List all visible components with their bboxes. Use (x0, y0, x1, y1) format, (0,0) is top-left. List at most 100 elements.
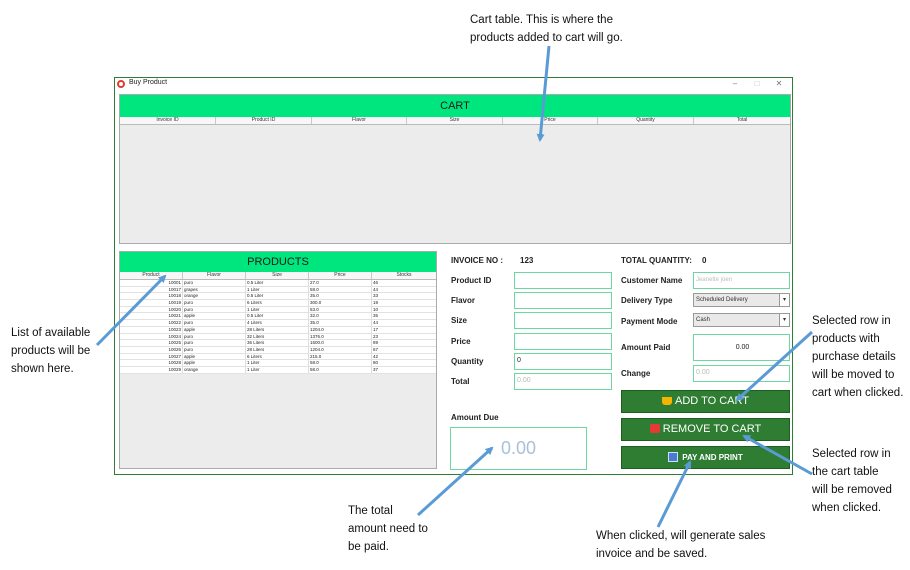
table-cell: 10029 (120, 366, 183, 373)
table-cell: puro (183, 300, 246, 306)
cart-table-body[interactable] (120, 126, 790, 243)
table-cell: 1 Liter (246, 286, 309, 293)
products-title: PRODUCTS (120, 252, 436, 272)
invoice-no-label: INVOICE NO : (451, 256, 504, 265)
table-cell: 19 (373, 300, 379, 306)
change-input[interactable]: 0.00 (693, 365, 790, 382)
cart-col-price[interactable]: Price (503, 117, 598, 124)
maximize-button[interactable]: □ (746, 78, 768, 90)
product-id-input[interactable] (514, 272, 612, 289)
pay-and-print-button[interactable]: PAY AND PRINT (621, 446, 790, 469)
payment-mode-select[interactable]: Cash ▾ (693, 313, 790, 327)
table-cell: 10024 (120, 333, 183, 340)
total-quantity-label: TOTAL QUANTITY: (621, 256, 692, 265)
cart-col-invoice-id[interactable]: Invoice ID (120, 117, 216, 124)
total-label: Total (451, 377, 470, 386)
table-cell: 80 (373, 360, 379, 366)
products-table-header: Product Flavor Size Price Stocks (120, 272, 436, 280)
products-col-flavor[interactable]: Flavor (183, 272, 246, 279)
delivery-type-select[interactable]: Scheduled Delivery ▾ (693, 293, 790, 307)
products-panel: PRODUCTS Product Flavor Size Price Stock… (119, 251, 437, 469)
table-row[interactable]: 10022 puro 4 Liters 35.0 44 (120, 320, 436, 327)
table-cell: 0.5 Liter (246, 313, 309, 320)
table-row[interactable]: 10001 puro 0.5 Liter 27.0 46 (120, 280, 436, 287)
flavor-input[interactable] (514, 292, 612, 309)
table-cell: 10028 (120, 360, 183, 366)
products-col-product[interactable]: Product (120, 272, 183, 279)
amount-due-annotation: The total amount need to be paid. (348, 505, 428, 553)
amount-due-display: 0.00 (450, 427, 587, 470)
cart-col-flavor[interactable]: Flavor (312, 117, 407, 124)
table-row[interactable]: 10018 orange 0.5 Liter 35.0 33 (120, 293, 436, 301)
table-cell: 1204.0 (309, 326, 372, 333)
table-cell: 27.0 (309, 280, 372, 286)
table-row[interactable]: 10026 puro 28 Liters 1204.0 67 (120, 346, 436, 354)
amount-paid-input[interactable]: 0.00 (693, 334, 790, 361)
table-cell: 28 Liters (246, 326, 309, 333)
product-id-label: Product ID (451, 276, 492, 285)
table-cell: puro (183, 280, 246, 286)
price-input[interactable] (514, 333, 612, 350)
minimize-button[interactable]: – (724, 78, 746, 90)
table-cell: 6 Liters (246, 300, 309, 306)
table-cell: 1 Liter (246, 306, 309, 313)
table-cell: 10023 (120, 326, 183, 333)
customer-name-input[interactable]: Jeanette joen (693, 272, 790, 289)
table-cell: 67 (373, 346, 379, 352)
products-col-price[interactable]: Price (309, 272, 372, 279)
table-cell: 4 Liters (246, 320, 309, 326)
cart-remove-icon (649, 424, 660, 433)
table-cell: 10022 (120, 320, 183, 326)
table-row[interactable]: 10017 grapes 1 Liter 58.0 44 (120, 286, 436, 294)
table-cell: 10027 (120, 353, 183, 360)
table-cell: 10026 (120, 346, 183, 353)
table-row[interactable]: 10020 puro 1 Liter 53.0 10 (120, 306, 436, 314)
close-button[interactable]: ✕ (768, 78, 790, 90)
table-row[interactable]: 10019 puro 6 Liters 300.0 19 (120, 300, 436, 307)
table-cell: 33 (373, 293, 379, 299)
table-cell: 35.0 (309, 320, 372, 326)
total-input[interactable]: 0.00 (514, 373, 612, 390)
remove-to-cart-button[interactable]: REMOVE TO CART (621, 418, 790, 441)
table-cell: 35 (373, 313, 379, 319)
products-table-body[interactable]: 10001 puro 0.5 Liter 27.0 46 10017 grapes 1 Lit… (120, 280, 436, 374)
price-label: Price (451, 337, 471, 346)
table-cell: apple (183, 360, 246, 366)
cart-col-total[interactable]: Total (694, 117, 790, 124)
window-title: Buy Product (129, 79, 168, 86)
amount-paid-label: Amount Paid (621, 343, 671, 352)
add-to-cart-button[interactable]: ADD TO CART (621, 390, 790, 413)
table-row[interactable]: 10025 puro 36 Liters 1500.0 89 (120, 340, 436, 347)
table-cell: 23 (373, 333, 379, 339)
table-cell: 44 (373, 286, 379, 292)
chevron-down-icon[interactable]: ▾ (779, 294, 789, 306)
table-cell: 58.0 (309, 286, 372, 293)
table-row[interactable]: 10027 apple 6 Liters 215.0 42 (120, 353, 436, 361)
delivery-type-value: Scheduled Delivery (696, 297, 748, 303)
table-cell: 10 (373, 306, 379, 312)
cart-col-size[interactable]: Size (407, 117, 503, 124)
products-col-stocks[interactable]: Stocks (372, 272, 436, 279)
table-cell: puro (183, 320, 246, 326)
payment-mode-value: Cash (696, 317, 711, 323)
cart-title: CART (120, 95, 790, 117)
remove-to-cart-label: REMOVE TO CART (662, 423, 762, 435)
table-row[interactable]: 10023 apple 28 Liters 1204.0 17 (120, 326, 436, 334)
cart-col-quantity[interactable]: Quantity (598, 117, 694, 124)
quantity-input[interactable]: 0 (514, 353, 612, 370)
table-row[interactable]: 10029 orange 1 Liter 58.0 37 (120, 366, 436, 374)
table-cell: 215.0 (309, 353, 372, 360)
table-cell: 0.5 Liter (246, 280, 309, 286)
table-cell: 10001 (120, 280, 183, 286)
cart-col-product-id[interactable]: Product ID (216, 117, 312, 124)
table-cell: orange (183, 366, 246, 373)
size-input[interactable] (514, 312, 612, 329)
customer-name-label: Customer Name (621, 276, 683, 285)
table-row[interactable]: 10028 apple 1 Liter 58.0 80 (120, 360, 436, 367)
table-cell: 17 (373, 326, 379, 332)
chevron-down-icon[interactable]: ▾ (779, 314, 789, 326)
products-col-size[interactable]: Size (246, 272, 309, 279)
table-row[interactable]: 10021 apple 0.5 Liter 32.0 35 (120, 313, 436, 321)
table-row[interactable]: 10024 puro 32 Liters 1376.0 23 (120, 333, 436, 341)
table-cell: grapes (183, 286, 246, 293)
